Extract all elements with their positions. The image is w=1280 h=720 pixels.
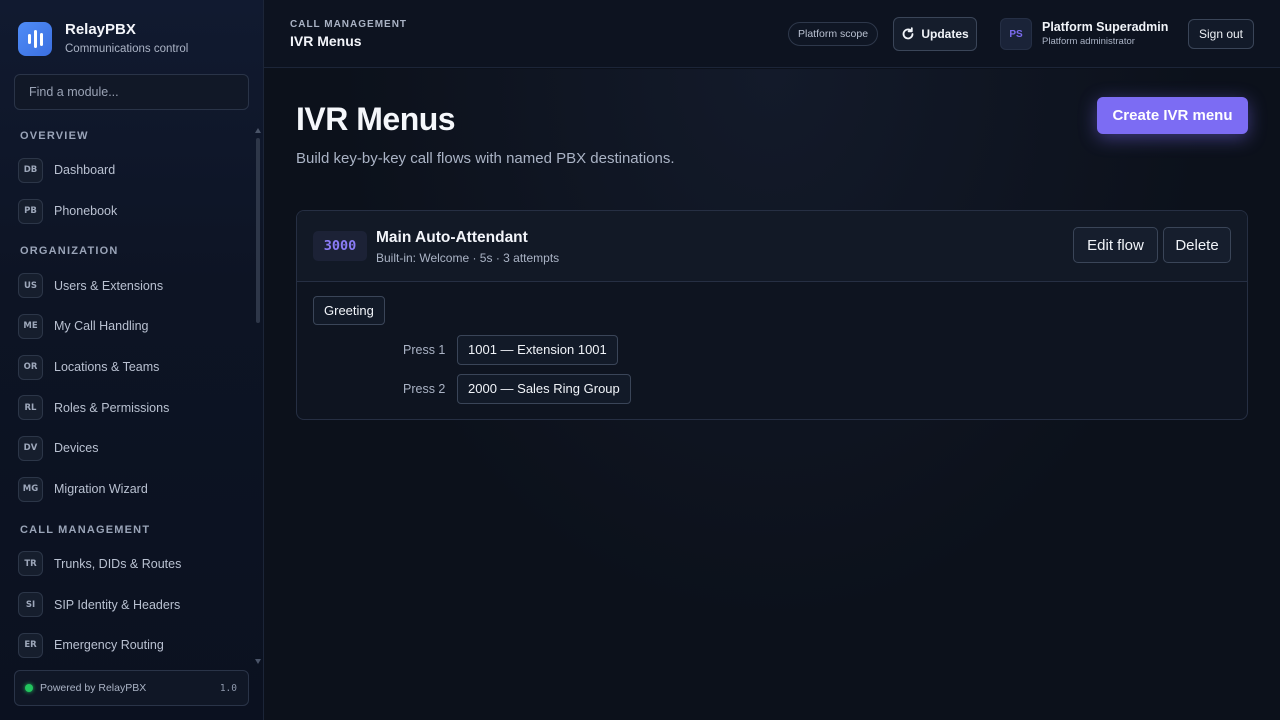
sidebar-item-devices[interactable]: DV Devices xyxy=(0,428,258,469)
sidebar-item-label: Dashboard xyxy=(54,163,116,178)
delete-button[interactable]: Delete xyxy=(1163,227,1231,263)
trunks-icon: TR xyxy=(18,551,43,577)
sidebar-item-dashboard[interactable]: DB Dashboard xyxy=(0,150,258,191)
sidebar-item-phonebook[interactable]: PB Phonebook xyxy=(0,191,258,232)
option-destination[interactable]: 2000 — Sales Ring Group xyxy=(457,374,631,404)
sip-identity-icon: SI xyxy=(18,592,43,618)
emergency-icon: ER xyxy=(18,632,43,658)
logo-icon xyxy=(18,22,52,56)
refresh-icon xyxy=(902,27,914,40)
brand[interactable]: RelayPBX Communications control xyxy=(18,20,188,58)
greeting-node[interactable]: Greeting xyxy=(313,296,385,325)
ivr-option-row: Press 2 2000 — Sales Ring Group xyxy=(403,374,631,404)
sidebar-item-label: Trunks, DIDs & Routes xyxy=(54,556,182,571)
sidebar-item-roles[interactable]: RL Roles & Permissions xyxy=(0,387,258,428)
version-label: 1.0 xyxy=(219,682,237,694)
scrollbar-thumb[interactable] xyxy=(256,138,260,323)
locations-icon: OR xyxy=(18,354,43,380)
sign-out-button[interactable]: Sign out xyxy=(1188,19,1254,49)
sidebar-item-label: Devices xyxy=(54,441,99,456)
user-role: Platform administrator xyxy=(1042,36,1135,47)
sidebar-item-label: My Call Handling xyxy=(54,319,149,334)
sidebar-item-emergency[interactable]: ER Emergency Routing xyxy=(0,625,258,664)
scroll-down-arrow-icon[interactable] xyxy=(255,659,261,664)
sidebar-item-trunks[interactable]: TR Trunks, DIDs & Routes xyxy=(0,544,258,585)
users-icon: US xyxy=(18,273,43,299)
nav-section-title: CALL MANAGEMENT xyxy=(20,523,151,536)
sidebar-nav: OVERVIEW DB Dashboard PB Phonebook ORGAN… xyxy=(0,122,258,664)
option-key: Press 2 xyxy=(403,382,446,396)
call-handling-icon: ME xyxy=(18,313,43,339)
sidebar-item-label: Emergency Routing xyxy=(54,638,164,653)
sidebar-item-label: Locations & Teams xyxy=(54,360,160,375)
dashboard-icon: DB xyxy=(18,157,43,183)
sidebar-item-label: Phonebook xyxy=(54,204,118,219)
sidebar-item-label: Users & Extensions xyxy=(54,278,164,293)
phonebook-icon: PB xyxy=(18,198,43,224)
sidebar-scrollbar[interactable] xyxy=(255,128,261,664)
sidebar-item-sip-identity[interactable]: SI SIP Identity & Headers xyxy=(0,584,258,625)
brand-subtitle: Communications control xyxy=(65,43,189,55)
create-ivr-menu-button[interactable]: Create IVR menu xyxy=(1097,97,1248,134)
nav-section-title: OVERVIEW xyxy=(20,130,89,142)
ivr-menu-card-header: 3000 Main Auto-Attendant Built-in: Welco… xyxy=(297,211,1247,282)
roles-icon: RL xyxy=(18,395,43,421)
option-key: Press 1 xyxy=(403,343,446,357)
avatar[interactable]: PS xyxy=(1000,18,1032,50)
page-title: IVR Menus xyxy=(296,101,456,137)
scope-pill: Platform scope xyxy=(788,22,879,46)
main-content: IVR Menus Build key-by-key call flows wi… xyxy=(264,69,1280,720)
nav-section-title: ORGANIZATION xyxy=(20,245,119,258)
search-input[interactable] xyxy=(29,85,238,99)
sidebar: RelayPBX Communications control OVERVIEW… xyxy=(0,0,264,720)
sidebar-footer: Powered by RelayPBX 1.0 xyxy=(14,670,249,706)
module-search[interactable] xyxy=(14,74,249,110)
scroll-up-arrow-icon[interactable] xyxy=(255,128,261,133)
sidebar-item-label: Roles & Permissions xyxy=(54,400,170,415)
status-dot-icon xyxy=(25,684,33,692)
header-title: IVR Menus xyxy=(290,33,362,49)
updates-button[interactable]: Updates xyxy=(893,17,977,51)
brand-name: RelayPBX xyxy=(65,21,136,38)
devices-icon: DV xyxy=(18,435,43,461)
ivr-option-row: Press 1 1001 — Extension 1001 xyxy=(403,335,618,365)
sidebar-item-migration[interactable]: MG Migration Wizard xyxy=(0,469,258,510)
top-header: CALL MANAGEMENT IVR Menus Platform scope… xyxy=(264,0,1280,68)
sidebar-item-label: SIP Identity & Headers xyxy=(54,597,181,612)
user-name: Platform Superadmin xyxy=(1042,20,1169,34)
sidebar-item-locations[interactable]: OR Locations & Teams xyxy=(0,347,258,388)
sidebar-item-call-handling[interactable]: ME My Call Handling xyxy=(0,306,258,347)
ivr-menu-meta: Built-in: Welcome · 5s · 3 attempts xyxy=(376,251,560,265)
breadcrumb: CALL MANAGEMENT xyxy=(290,19,408,30)
migration-icon: MG xyxy=(18,476,43,502)
ivr-number-badge: 3000 xyxy=(313,231,367,261)
sidebar-item-users[interactable]: US Users & Extensions xyxy=(0,265,258,306)
powered-by-text: Powered by RelayPBX xyxy=(40,682,147,694)
sidebar-item-label: Migration Wizard xyxy=(54,482,148,497)
updates-label: Updates xyxy=(921,27,969,41)
ivr-menu-name: Main Auto-Attendant xyxy=(376,229,528,246)
option-destination[interactable]: 1001 — Extension 1001 xyxy=(457,335,618,365)
edit-flow-button[interactable]: Edit flow xyxy=(1073,227,1158,263)
ivr-menu-card: 3000 Main Auto-Attendant Built-in: Welco… xyxy=(296,210,1248,420)
page-subtitle: Build key-by-key call flows with named P… xyxy=(296,150,675,167)
